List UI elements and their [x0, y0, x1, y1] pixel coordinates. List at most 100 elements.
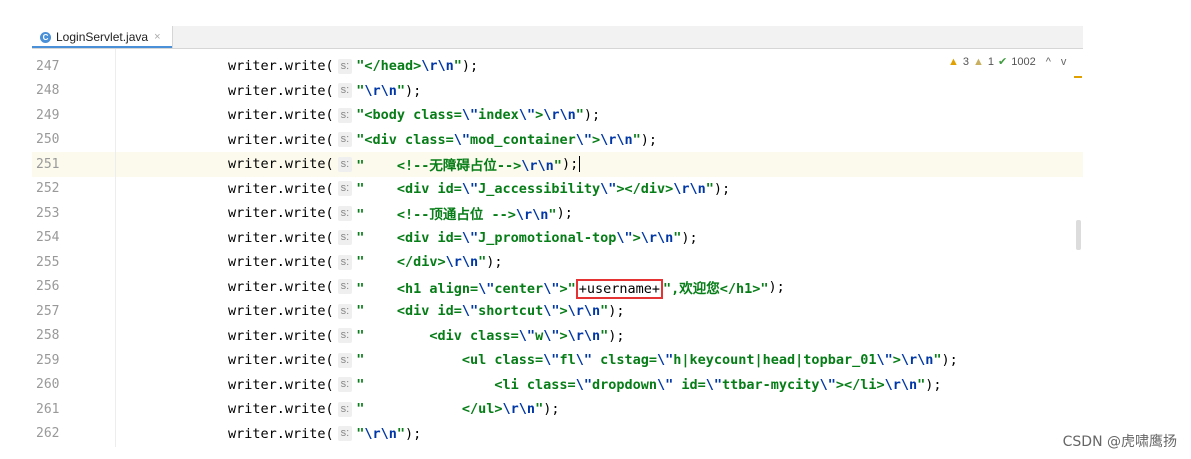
line-number[interactable]: 254 — [36, 230, 76, 245]
code-line[interactable]: 262 writer.write(s: "\r\n"); — [32, 422, 1083, 447]
method-call: writer.write( — [228, 131, 334, 148]
parameter-hint: s: — [337, 205, 353, 221]
warning-icon: ▲ — [948, 55, 959, 68]
call-terminator: ); — [925, 376, 942, 393]
scrollbar-warning-marker[interactable] — [1074, 76, 1082, 78]
string-argument: "</head>\r\n" — [356, 58, 462, 75]
code-text[interactable]: writer.write(s: " <div id=\"shortcut\">\r… — [228, 303, 625, 319]
code-line[interactable]: 255 writer.write(s: " </div>\r\n"); — [32, 250, 1083, 275]
parameter-hint: s: — [337, 401, 353, 417]
method-call: writer.write( — [228, 180, 334, 197]
typo-count: 1002 — [1011, 55, 1036, 68]
code-text[interactable]: writer.write(s: "</head>\r\n"); — [228, 58, 478, 74]
string-argument: " <div id=\"J_accessibility\"></div>\r\n… — [356, 180, 714, 197]
method-call: writer.write( — [228, 327, 334, 344]
weak-warning-count: 1 — [987, 55, 995, 68]
call-terminator: ); — [608, 303, 625, 320]
string-argument: " </div>\r\n" — [356, 254, 487, 271]
code-line[interactable]: 258 writer.write(s: " <div class=\"w\">\r\… — [32, 324, 1083, 349]
active-tab-indicator — [32, 46, 172, 48]
line-number[interactable]: 253 — [36, 206, 76, 221]
code-line[interactable]: 250 writer.write(s: "<div class=\"mod_cont… — [32, 128, 1083, 153]
tab-loginservlet[interactable]: C LoginServlet.java × — [32, 26, 173, 48]
call-terminator: ); — [941, 352, 958, 369]
call-terminator: ); — [405, 82, 422, 99]
call-terminator: ); — [640, 131, 658, 148]
line-number[interactable]: 257 — [36, 304, 76, 319]
parameter-hint: s: — [337, 83, 353, 99]
parameter-hint: s: — [337, 107, 353, 123]
parameter-hint: s: — [337, 377, 353, 393]
text-caret — [579, 156, 581, 173]
line-number[interactable]: 250 — [36, 132, 76, 147]
code-line[interactable]: 249 writer.write(s: "<body class=\"index\"… — [32, 103, 1083, 128]
code-line[interactable]: 248 writer.write(s: "\r\n"); — [32, 79, 1083, 104]
line-number[interactable]: 251 — [36, 157, 76, 172]
line-number[interactable]: 259 — [36, 353, 76, 368]
code-line[interactable]: 252 writer.write(s: " <div id=\"J_accessib… — [32, 177, 1083, 202]
line-number[interactable]: 255 — [36, 255, 76, 270]
code-text[interactable]: writer.write(s: "\r\n"); — [228, 83, 421, 99]
parameter-hint: s: — [337, 279, 353, 295]
line-number[interactable]: 249 — [36, 108, 76, 123]
string-argument: " <li class=\"dropdown\" id=\"ttbar-myci… — [356, 376, 926, 393]
code-text[interactable]: writer.write(s: " <!--顶通占位 -->\r\n"); — [228, 203, 573, 223]
string-argument: " <!--无障碍占位-->\r\n" — [356, 158, 562, 175]
close-icon[interactable]: × — [154, 31, 160, 43]
method-call: writer.write( — [228, 425, 334, 442]
method-call: writer.write( — [228, 376, 334, 393]
string-argument: " <div id=\"J_promotional-top\">\r\n" — [356, 229, 682, 246]
code-text[interactable]: writer.write(s: " <div id=\"J_promotional… — [228, 230, 698, 246]
code-text[interactable]: writer.write(s: " </div>\r\n"); — [228, 254, 503, 270]
code-line[interactable]: 259 writer.write(s: " <ul class=\"fl\" cls… — [32, 348, 1083, 373]
parameter-hint: s: — [337, 230, 353, 246]
code-text[interactable]: writer.write(s: " <ul class=\"fl\" clstag… — [228, 352, 958, 368]
method-call: writer.write( — [228, 156, 334, 173]
call-terminator: ); — [543, 401, 560, 418]
code-text[interactable]: writer.write(s: " <div class=\"w\">\r\n")… — [228, 328, 625, 344]
code-text[interactable]: writer.write(s: " <li class=\"dropdown\" … — [228, 377, 942, 393]
watermark: CSDN @虎啸鹰扬 — [1062, 434, 1177, 450]
line-number[interactable]: 256 — [36, 279, 76, 294]
line-number[interactable]: 248 — [36, 83, 76, 98]
next-highlight-button[interactable]: v — [1061, 56, 1067, 68]
code-text[interactable]: writer.write(s: " </ul>\r\n"); — [228, 401, 559, 417]
code-line[interactable]: 253 writer.write(s: " <!--顶通占位 -->\r\n"); — [32, 201, 1083, 226]
call-terminator: ); — [486, 254, 503, 271]
code-line[interactable]: 256 writer.write(s: " <h1 align=\"center\"… — [32, 275, 1083, 300]
line-number[interactable]: 262 — [36, 426, 76, 441]
code-text[interactable]: writer.write(s: "<div class=\"mod_contain… — [228, 132, 657, 148]
parameter-hint: s: — [337, 181, 353, 197]
line-number[interactable]: 261 — [36, 402, 76, 417]
code-line[interactable]: 254 writer.write(s: " <div id=\"J_promotio… — [32, 226, 1083, 251]
line-number[interactable]: 260 — [36, 377, 76, 392]
scrollbar-thumb[interactable] — [1076, 220, 1081, 250]
code-line[interactable]: 251 writer.write(s: " <!--无障碍占位-->\r\n"); — [32, 152, 1083, 177]
parameter-hint: s: — [337, 132, 353, 148]
code-editor[interactable]: 247 writer.write(s: "</head>\r\n"); 248 writ… — [32, 49, 1083, 447]
code-text[interactable]: writer.write(s: " <!--无障碍占位-->\r\n"); — [228, 154, 581, 175]
code-line[interactable]: 260 writer.write(s: " <li class=\"dropdown… — [32, 373, 1083, 398]
code-text[interactable]: writer.write(s: "\r\n"); — [228, 426, 421, 442]
parameter-hint: s: — [337, 352, 353, 368]
code-text[interactable]: writer.write(s: " <h1 align=\"center\">" +… — [228, 277, 785, 299]
string-argument: " <div id=\"shortcut\">\r\n" — [356, 303, 609, 320]
parameter-hint: s: — [337, 58, 353, 74]
line-number[interactable]: 247 — [36, 59, 76, 74]
string-argument: "\r\n" — [356, 82, 406, 99]
code-text[interactable]: writer.write(s: " <div id=\"J_accessibili… — [228, 181, 730, 197]
call-terminator: ); — [561, 156, 579, 173]
call-terminator: ); — [405, 425, 422, 442]
code-line[interactable]: 261 writer.write(s: " </ul>\r\n"); — [32, 397, 1083, 422]
string-argument: "\r\n" — [356, 425, 406, 442]
line-number[interactable]: 252 — [36, 181, 76, 196]
code-line[interactable]: 257 writer.write(s: " <div id=\"shortcut\"… — [32, 299, 1083, 324]
code-text[interactable]: writer.write(s: "<body class=\"index\">\r… — [228, 107, 600, 123]
line-number[interactable]: 258 — [36, 328, 76, 343]
previous-highlight-button[interactable]: ^ — [1046, 56, 1051, 68]
highlighted-expression: +username+ — [575, 278, 664, 299]
code-line[interactable]: 247 writer.write(s: "</head>\r\n"); — [32, 54, 1083, 79]
weak-warning-icon: ▲ — [973, 55, 984, 68]
method-call: writer.write( — [228, 303, 334, 320]
inspection-widget[interactable]: ▲ 3 ▲ 1 ✔ 1002 ^ v — [948, 55, 1067, 69]
